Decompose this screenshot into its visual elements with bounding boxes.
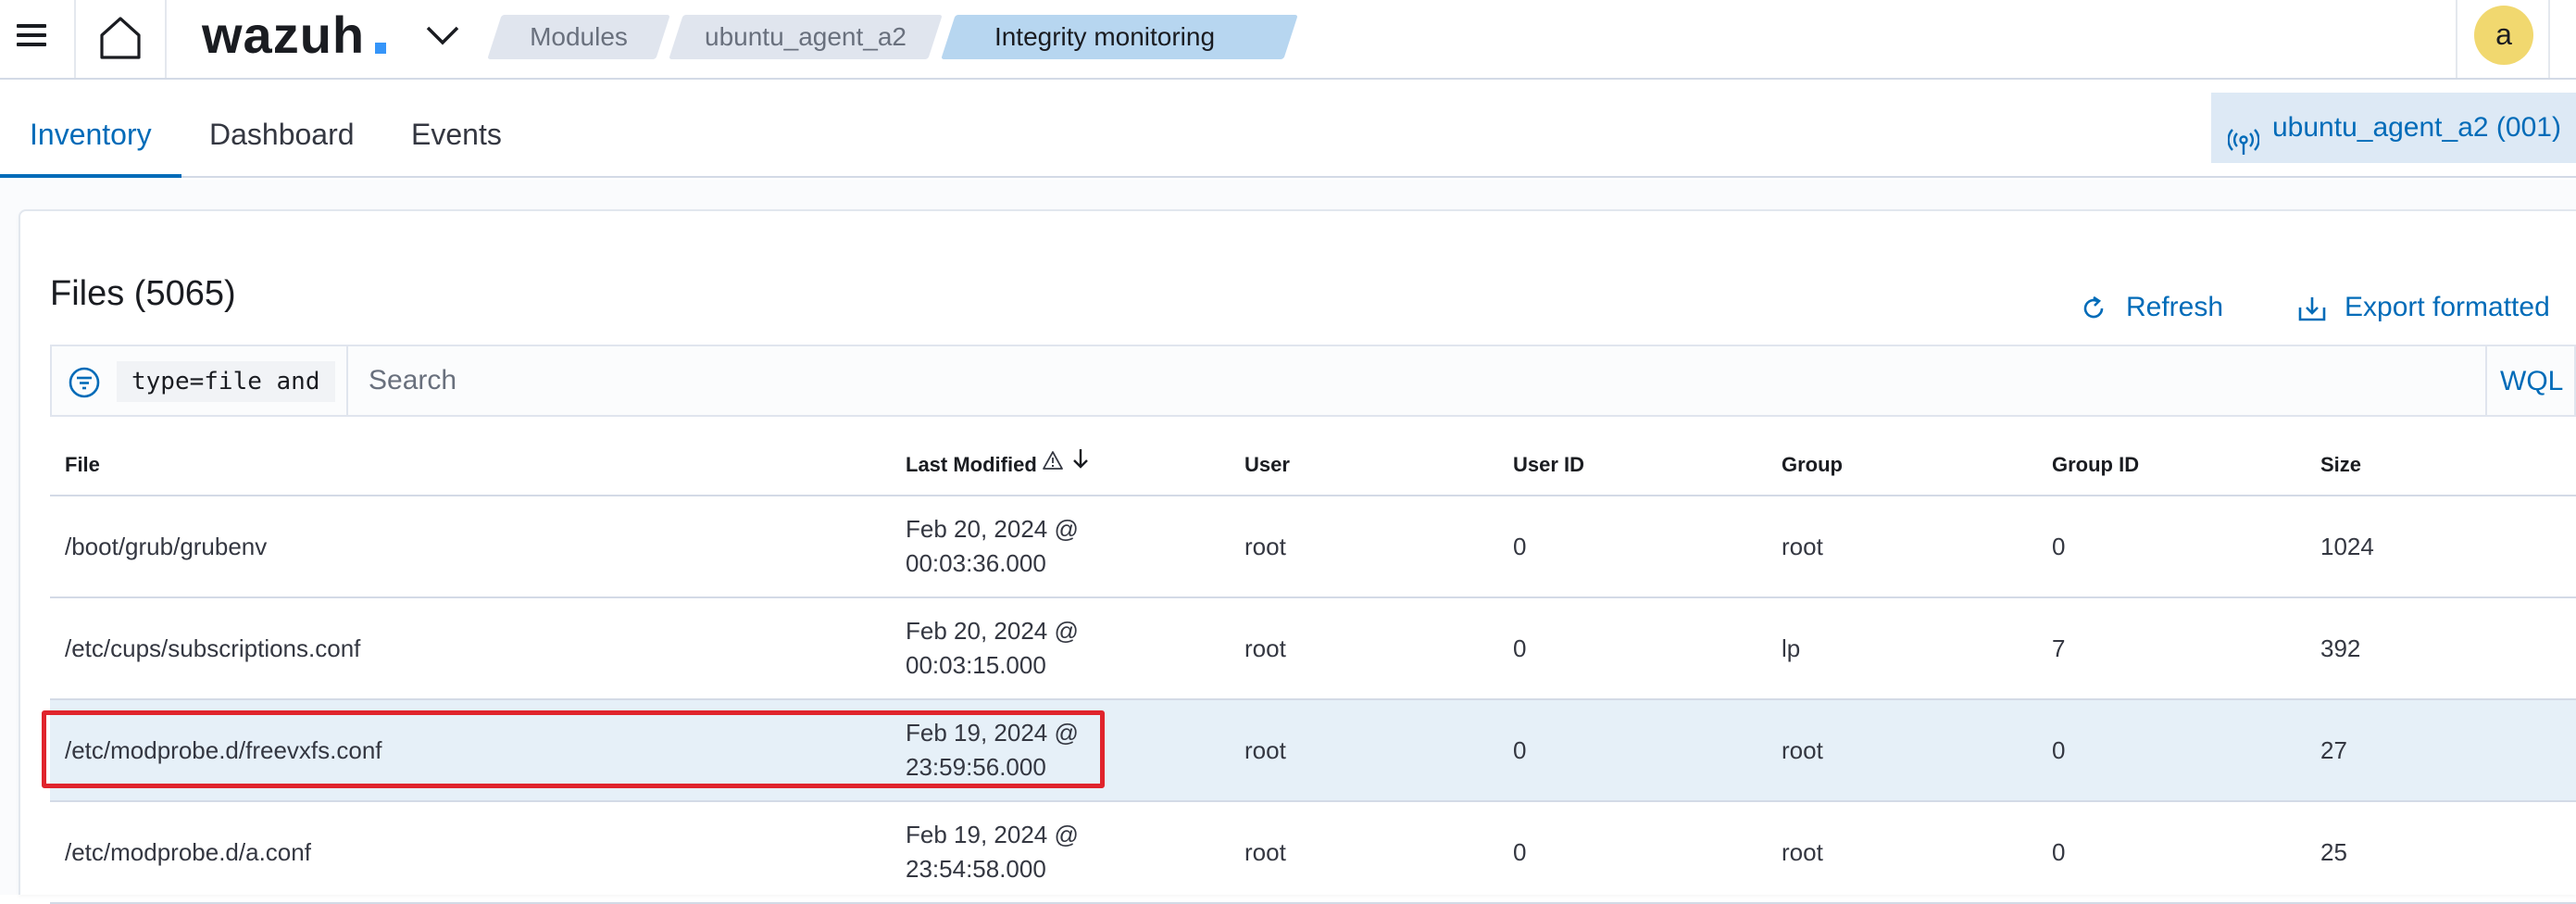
column-header-file[interactable]: File (65, 428, 100, 496)
filter-icon[interactable] (67, 365, 102, 405)
tab-inventory[interactable]: Inventory (30, 80, 152, 178)
column-header-user[interactable]: User (1244, 428, 1290, 496)
refresh-label: Refresh (2126, 292, 2224, 322)
tab-dashboard[interactable]: Dashboard (209, 80, 355, 178)
cell-file: /etc/cups/subscriptions.conf (65, 634, 361, 662)
cell-last-modified: Feb 20, 2024 @00:03:15.000 (906, 617, 1079, 679)
cell-group: lp (1782, 634, 1801, 662)
search-bar: type=file and WQL (50, 345, 2576, 417)
sort-descending-icon[interactable] (1069, 427, 1093, 501)
cell-user: root (1244, 735, 1286, 764)
cell-group-id: 7 (2052, 634, 2066, 662)
cell-last-modified: Feb 19, 2024 @23:59:56.000 (906, 719, 1079, 781)
cell-size: 27 (2320, 735, 2347, 764)
chevron-down-icon[interactable] (422, 19, 463, 52)
wazuh-logo[interactable]: wazuh (202, 2, 365, 69)
cell-file: /etc/modprobe.d/a.conf (65, 837, 311, 866)
cell-last-modified: Feb 19, 2024 @23:54:58.000 (906, 821, 1079, 883)
column-header-size[interactable]: Size (2320, 428, 2361, 496)
header-divider (165, 0, 167, 78)
table-row-selected[interactable]: /etc/modprobe.d/freevxfs.conf Feb 19, 20… (50, 700, 2576, 802)
cell-group-id: 0 (2052, 735, 2066, 764)
header-divider (2456, 0, 2457, 78)
search-divider (346, 346, 348, 415)
table-row[interactable]: /etc/cups/subscriptions.conf Feb 20, 202… (50, 598, 2576, 700)
cell-user: root (1244, 634, 1286, 662)
active-tab-indicator (0, 174, 181, 178)
cell-size: 25 (2320, 837, 2347, 866)
cell-group: root (1782, 735, 1823, 764)
logo-dot (375, 43, 386, 54)
table-row[interactable]: /etc/modprobe.d/a.conf Feb 19, 2024 @23:… (50, 802, 2576, 904)
refresh-button[interactable]: Refresh (2080, 289, 2228, 326)
cell-user-id: 0 (1513, 735, 1527, 764)
table-header: File Last Modified User User ID Group Gr… (50, 428, 2576, 496)
breadcrumb-agent[interactable]: ubuntu_agent_a2 (669, 15, 943, 59)
header-divider (2548, 0, 2550, 78)
tab-events[interactable]: Events (411, 80, 502, 178)
export-formatted-label: Export formatted (2345, 292, 2550, 322)
cell-group: root (1782, 532, 1823, 560)
breadcrumb-modules[interactable]: Modules (487, 15, 670, 59)
cell-user: root (1244, 532, 1286, 560)
download-icon (2296, 295, 2328, 333)
refresh-icon (2080, 295, 2107, 333)
cell-last-modified: Feb 20, 2024 @00:03:36.000 (906, 515, 1079, 577)
user-avatar[interactable]: a (2474, 6, 2533, 65)
cell-user-id: 0 (1513, 634, 1527, 662)
files-table: File Last Modified User User ID Group Gr… (50, 428, 2576, 904)
menu-toggle-button[interactable] (13, 19, 50, 52)
column-header-last-modified[interactable]: Last Modified (906, 428, 1093, 496)
wql-divider (2485, 346, 2487, 415)
cell-user: root (1244, 837, 1286, 866)
cell-file: /boot/grub/grubenv (65, 532, 268, 560)
home-icon (100, 17, 141, 59)
agent-selector-label: ubuntu_agent_a2 (001) (2272, 112, 2561, 143)
cell-file: /etc/modprobe.d/freevxfs.conf (65, 735, 382, 764)
cell-group: root (1782, 837, 1823, 866)
column-header-group-id[interactable]: Group ID (2052, 428, 2139, 496)
wql-toggle-button[interactable]: WQL (2500, 346, 2563, 415)
query-filter-chip[interactable]: type=file and (117, 361, 335, 402)
antenna-icon (2227, 113, 2260, 183)
search-input[interactable] (357, 354, 2487, 408)
agent-selector-button[interactable]: ubuntu_agent_a2 (001) (2211, 93, 2576, 163)
header-divider (74, 0, 76, 78)
cell-user-id: 0 (1513, 532, 1527, 560)
cell-size: 392 (2320, 634, 2361, 662)
breadcrumb-integrity-monitoring: Integrity monitoring (941, 15, 1298, 59)
files-title: Files (5065) (50, 274, 236, 313)
warning-icon (1042, 427, 1063, 501)
column-header-label: Last Modified (906, 453, 1037, 476)
cell-group-id: 0 (2052, 837, 2066, 866)
table-row[interactable]: /boot/grub/grubenv Feb 20, 2024 @00:03:3… (50, 496, 2576, 598)
cell-group-id: 0 (2052, 532, 2066, 560)
column-header-group[interactable]: Group (1782, 428, 1843, 496)
export-formatted-button[interactable]: Export formatted (2296, 289, 2576, 326)
home-button[interactable] (93, 11, 148, 67)
column-header-user-id[interactable]: User ID (1513, 428, 1584, 496)
cell-user-id: 0 (1513, 837, 1527, 866)
cell-size: 1024 (2320, 532, 2374, 560)
top-header: wazuh Modules ubuntu_agent_a2 Integrity … (0, 0, 2576, 80)
module-tabs: Inventory Dashboard Events (0, 80, 2576, 178)
